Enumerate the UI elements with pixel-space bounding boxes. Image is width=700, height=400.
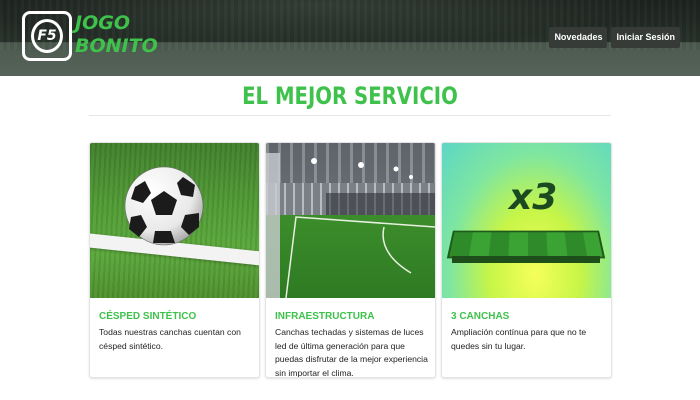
nav-login-button[interactable]: Iniciar Sesión bbox=[611, 27, 680, 48]
indoor-field-image bbox=[266, 143, 435, 298]
x3-badge: x3 bbox=[509, 177, 558, 218]
section-title: EL MEJOR SERVICIO bbox=[242, 82, 458, 110]
three-fields-promo-image: x3 bbox=[442, 143, 611, 298]
service-card-canchas: x3 3 CANCHAS Ampliación contínua para qu… bbox=[441, 142, 612, 378]
card-text: Canchas techadas y sistemas de luces led… bbox=[275, 327, 428, 378]
brand-name: JOGO BONITO bbox=[75, 12, 158, 58]
service-card-infraestructura: INFRAESTRUCTURA Canchas techadas y siste… bbox=[265, 142, 436, 378]
field-lines-icon bbox=[266, 153, 435, 298]
pitch-icon bbox=[446, 230, 606, 259]
service-card-cesped: CÉSPED SINTÉTICO Todas nuestras canchas … bbox=[89, 142, 260, 378]
logo-mark: F5 bbox=[31, 19, 63, 53]
soccer-ball-on-grass-image bbox=[90, 143, 259, 298]
section-divider bbox=[89, 115, 611, 116]
top-nav: Novedades Iniciar Sesión bbox=[549, 27, 680, 48]
brand-name-line2: BONITO bbox=[75, 35, 158, 57]
soccer-ball-icon bbox=[124, 166, 204, 246]
header: F5 JOGO BONITO Novedades Iniciar Sesión bbox=[0, 0, 700, 76]
card-title: CÉSPED SINTÉTICO bbox=[99, 311, 197, 322]
logo[interactable]: F5 bbox=[22, 11, 72, 61]
card-title: INFRAESTRUCTURA bbox=[275, 311, 375, 322]
card-text: Ampliación contínua para que no te quede… bbox=[451, 327, 587, 351]
brand-name-line1: JOGO bbox=[75, 12, 130, 34]
card-text: Todas nuestras canchas cuentan con céspe… bbox=[99, 327, 241, 351]
nav-novedades-button[interactable]: Novedades bbox=[549, 27, 608, 48]
card-title: 3 CANCHAS bbox=[451, 311, 510, 322]
